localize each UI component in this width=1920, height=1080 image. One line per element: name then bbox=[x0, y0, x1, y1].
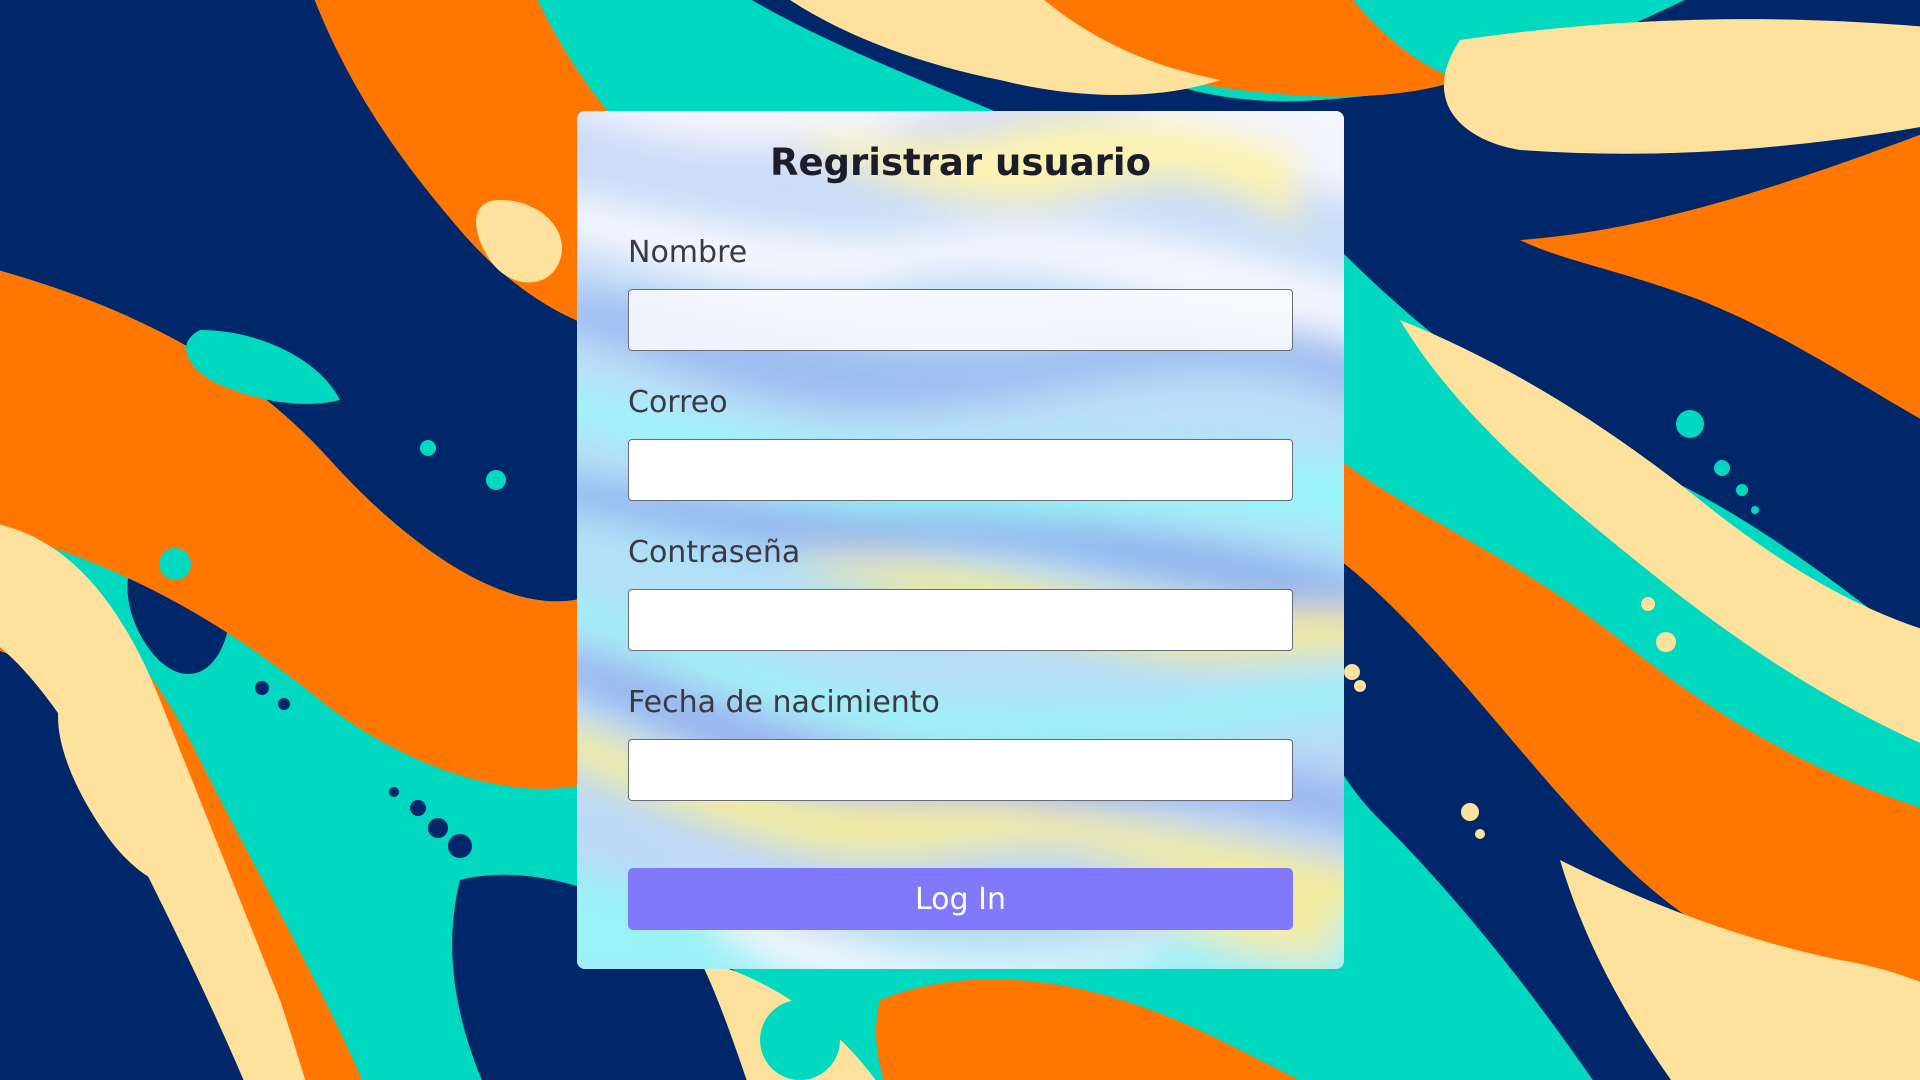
name-input[interactable] bbox=[628, 289, 1293, 351]
birthdate-label: Fecha de nacimiento bbox=[628, 685, 940, 720]
email-input[interactable] bbox=[628, 439, 1293, 501]
birthdate-input[interactable] bbox=[628, 739, 1293, 801]
page-background: Regristrar usuario Nombre Correo Contras… bbox=[0, 0, 1920, 1080]
register-card: Regristrar usuario Nombre Correo Contras… bbox=[577, 111, 1344, 969]
register-form: Regristrar usuario Nombre Correo Contras… bbox=[577, 111, 1344, 969]
form-title: Regristrar usuario bbox=[769, 141, 1152, 184]
email-label: Correo bbox=[628, 385, 728, 420]
password-input[interactable] bbox=[628, 589, 1293, 651]
name-label: Nombre bbox=[628, 235, 748, 270]
password-label: Contraseña bbox=[628, 535, 801, 570]
login-button[interactable]: Log In bbox=[628, 868, 1293, 930]
